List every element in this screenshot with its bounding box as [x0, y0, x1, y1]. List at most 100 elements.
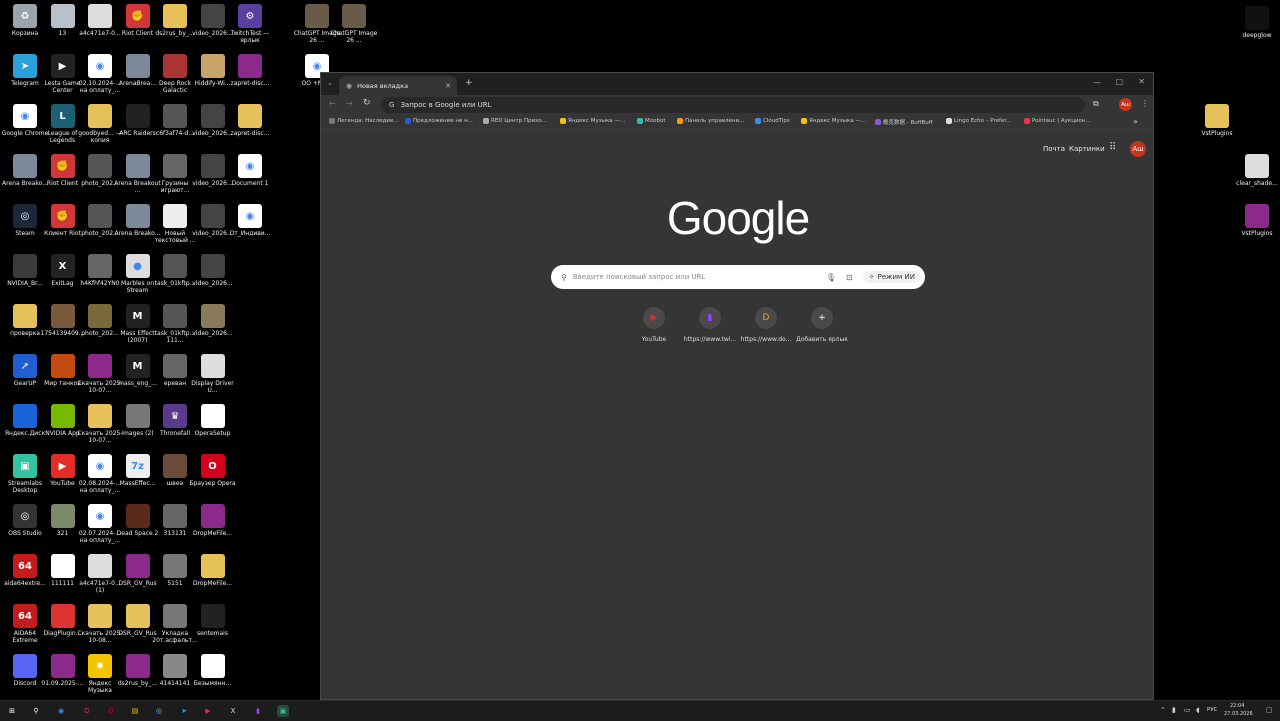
bookmark-item[interactable]: Lingo Echo – Prefer...	[946, 118, 1011, 124]
exitlag-icon[interactable]: X	[227, 705, 239, 717]
opera-icon[interactable]: O	[105, 705, 117, 717]
back-icon[interactable]: ←	[329, 99, 336, 108]
image-file-icon	[200, 604, 225, 628]
desktop-shortcut[interactable]: deepglow	[1233, 6, 1280, 39]
bookmark-item[interactable]: CloudTips	[755, 118, 790, 124]
new-tab-icon[interactable]: +	[465, 78, 473, 88]
file-explorer-icon[interactable]: ▤	[129, 705, 141, 717]
search-box[interactable]: ⚲ Введите поисковый запрос или URL 🎙 ⊡ ✧…	[551, 265, 925, 289]
chrome-icon[interactable]: ◉	[55, 705, 67, 717]
opera-gx-icon[interactable]: O	[81, 705, 93, 717]
ntp-shortcut-tile[interactable]: + Добавить ярлык	[792, 307, 852, 343]
language-indicator[interactable]: РУС	[1207, 707, 1218, 713]
desktop-shortcut-label: Display Driver U...	[191, 380, 234, 394]
google-logo: Google	[666, 192, 810, 244]
apps-grid-icon[interactable]: ⠿	[1109, 142, 1116, 153]
search-input[interactable]: Введите поисковый запрос или URL	[573, 273, 826, 281]
desktop-shortcut-label: ExitLag	[51, 280, 74, 287]
bookmark-item[interactable]: Moobot	[637, 118, 666, 124]
account-avatar[interactable]: Аш	[1130, 141, 1146, 157]
ai-mode-button[interactable]: ✧ Режим ИИ	[862, 271, 921, 283]
desktop-shortcut[interactable]: ⚙ TwitchTest — ярлык	[226, 4, 274, 44]
bookmark-item[interactable]: Легенда: Наследие...	[329, 118, 399, 124]
desktop-shortcut[interactable]: video_2026...	[189, 254, 237, 287]
desktop-shortcut[interactable]: zapret-disc...	[226, 104, 274, 137]
desktop-shortcut-label: 321	[56, 530, 69, 537]
deep-rock-galactic-icon	[163, 54, 187, 78]
forward-icon[interactable]: →	[346, 99, 353, 108]
bookmark-item[interactable]: Панель управлени...	[677, 118, 744, 124]
tray-chevron-icon[interactable]: ⌃	[1160, 706, 1166, 714]
desktop-shortcut[interactable]: ◉ От_Индиви...	[226, 204, 274, 237]
search-icon[interactable]: ⚲	[30, 705, 42, 717]
ntp-shortcut-tile[interactable]: Dhttps://www.do...	[736, 307, 796, 343]
desktop-shortcut-label: NVIDIA App	[45, 430, 80, 437]
image-file-icon	[200, 654, 225, 678]
volume-tray-icon[interactable]: ◖	[1196, 706, 1200, 714]
desktop-shortcut[interactable]: sentemais	[189, 604, 237, 637]
gmail-link[interactable]: Почта	[1043, 145, 1065, 153]
chrome-doc-icon: ◉	[88, 454, 112, 478]
extensions-icon[interactable]: ⧉	[1093, 99, 1099, 109]
microphone-tray-icon[interactable]: ▮	[1172, 706, 1176, 714]
clock-date[interactable]: 27.03.2026	[1224, 711, 1253, 717]
youtube-icon[interactable]: ▶	[202, 705, 214, 717]
bookmark-item[interactable]: Яндекс Музыка —...	[560, 118, 625, 124]
image-file-icon	[1245, 154, 1269, 178]
desktop-shortcut-label: Безымянн...	[193, 680, 232, 687]
desktop-shortcut[interactable]: Display Driver U...	[189, 354, 237, 394]
desktop-shortcut[interactable]: VstPlugins	[1193, 104, 1241, 137]
desktop-shortcut-label: Thronefall	[159, 430, 191, 437]
close-tab-icon[interactable]: ✕	[445, 82, 451, 90]
reload-icon[interactable]: ↻	[363, 98, 371, 108]
ntp-shortcut-tile[interactable]: ▶ YouTube	[624, 307, 684, 343]
omnibox[interactable]: G Запрос в Google или URL	[381, 97, 1085, 113]
bookmark-favicon-icon	[677, 118, 683, 124]
chrome-icon: ◉	[13, 104, 37, 128]
maximize-icon[interactable]: □	[1115, 77, 1123, 86]
streamlabs-icon: ▣	[13, 454, 37, 478]
bookmark-favicon-icon	[946, 118, 952, 124]
folder-icon	[200, 554, 225, 578]
bookmark-item[interactable]: Яндекс Музыка —...	[801, 118, 866, 124]
steam-icon[interactable]: ◎	[153, 705, 165, 717]
images-link[interactable]: Картинки	[1069, 145, 1105, 153]
telegram-icon[interactable]: ➤	[178, 705, 190, 717]
desktop-shortcut[interactable]: DropMeFile...	[189, 554, 237, 587]
desktop-shortcut[interactable]: video_2026...	[189, 304, 237, 337]
tab-search-icon[interactable]: ⌄	[327, 79, 333, 87]
bookmark-item[interactable]: Pointauc | Аукцион...	[1024, 118, 1091, 124]
windows-start-icon[interactable]: ⊞	[6, 705, 18, 717]
profile-avatar[interactable]: Аш	[1119, 98, 1132, 111]
desktop-shortcut[interactable]: DropMeFile...	[189, 504, 237, 537]
desktop-shortcut[interactable]: clear_shade...	[1233, 154, 1280, 187]
bookmark-item[interactable]: 概览数据 - BuffBuff	[875, 118, 933, 126]
clock-time[interactable]: 22:04	[1230, 703, 1244, 709]
bookmarks-overflow-icon[interactable]: »	[1133, 117, 1138, 126]
lens-icon[interactable]: ⊡	[846, 273, 853, 282]
ntp-shortcut-tile[interactable]: ▮ https://www.twi...	[680, 307, 740, 343]
folder-icon	[238, 104, 262, 128]
video-file-icon	[163, 304, 187, 328]
telegram-icon: ➤	[13, 54, 37, 78]
bookmark-item[interactable]: RED Центр Прихо...	[483, 118, 547, 124]
voice-search-icon[interactable]: 🎙	[826, 273, 836, 282]
desktop-shortcut[interactable]: ChatGPT Image 26 ...	[330, 4, 378, 44]
tab-new-tab[interactable]: ◉ Новая вкладка ✕	[339, 76, 457, 95]
twitch-icon[interactable]: ▮	[252, 705, 264, 717]
bookmark-item[interactable]: Предложение не н...	[405, 118, 473, 124]
desktop-shortcut-label: ереван	[163, 380, 187, 387]
desktop-shortcut[interactable]: Безымянн...	[189, 654, 237, 687]
streamlabs-icon[interactable]: ▣	[277, 705, 289, 717]
desktop-shortcut[interactable]: OperaSetup	[189, 404, 237, 437]
notifications-icon[interactable]: ▢	[1266, 706, 1273, 714]
close-window-icon[interactable]: ✕	[1138, 77, 1145, 86]
desktop-shortcut[interactable]: O Браузер Opera	[189, 454, 237, 487]
network-tray-icon[interactable]: ▭	[1184, 706, 1191, 714]
menu-kebab-icon[interactable]: ⋮	[1141, 99, 1149, 108]
minimize-icon[interactable]: —	[1093, 78, 1101, 87]
desktop-shortcut[interactable]: zapret-disc...	[226, 54, 274, 87]
desktop-shortcut[interactable]: ◉ Document 1	[226, 154, 274, 187]
photo-file-icon	[163, 654, 187, 678]
desktop-shortcut[interactable]: VstPlugins	[1233, 204, 1280, 237]
